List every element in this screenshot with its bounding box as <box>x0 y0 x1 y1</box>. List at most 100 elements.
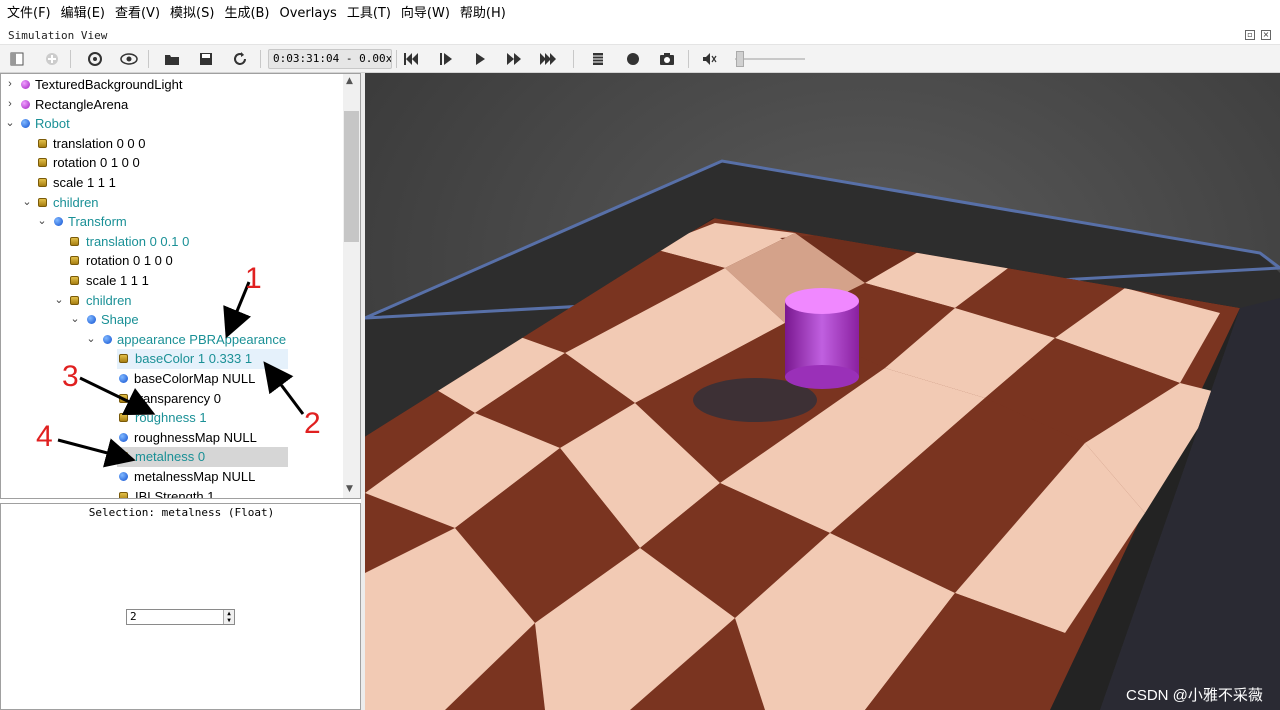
tree-row-field[interactable]: IBLStrength 1 <box>1 487 343 498</box>
chevron-down-icon[interactable]: ⌄ <box>86 330 96 350</box>
field-editor-panel: Selection: metalness (Float) 2 ▲ ▼ <box>0 503 361 710</box>
step-icon[interactable] <box>435 48 457 70</box>
tree-row-field[interactable]: transparency 0 <box>1 389 343 409</box>
menu-wizards[interactable]: 向导(W) <box>396 0 455 28</box>
open-world-icon[interactable] <box>161 48 183 70</box>
tree-row-field[interactable]: rotation 0 1 0 0 <box>1 251 343 271</box>
blue-node-icon <box>87 315 96 325</box>
menu-view[interactable]: 查看(V) <box>110 0 165 28</box>
refresh-icon[interactable] <box>229 48 251 70</box>
3d-viewport[interactable] <box>365 73 1280 710</box>
value-spinbox[interactable]: 2 ▲ ▼ <box>126 609 235 625</box>
save-world-icon[interactable] <box>195 48 217 70</box>
chevron-down-icon[interactable]: ⌄ <box>70 310 80 330</box>
tree-row-field[interactable]: translation 0 0.1 0 <box>1 232 343 252</box>
tree-scrollbar[interactable]: ▲ ▼ <box>343 74 360 498</box>
volume-slider-handle[interactable] <box>736 51 744 67</box>
spin-down-icon[interactable]: ▼ <box>223 617 234 624</box>
record-animation-icon[interactable] <box>622 48 644 70</box>
add-node-icon[interactable] <box>41 48 63 70</box>
tree-row-label: metalness 0 <box>135 449 206 465</box>
close-icon[interactable]: × <box>1261 30 1271 40</box>
scroll-down-icon[interactable]: ▼ <box>346 484 353 494</box>
float-icon[interactable]: ▫ <box>1245 30 1255 40</box>
tree-row-label: RectangleArena <box>35 96 129 112</box>
menu-tools[interactable]: 工具(T) <box>342 0 396 28</box>
field-icon <box>70 295 79 305</box>
3d-scene <box>365 73 1280 710</box>
tree-row-label: rotation 0 1 0 0 <box>53 155 140 171</box>
spin-up-icon[interactable]: ▲ <box>223 610 234 617</box>
tree-row-field[interactable]: scale 1 1 1 <box>1 173 343 193</box>
tree-row-field[interactable]: rotation 0 1 0 0 <box>1 153 343 173</box>
tree-row-field[interactable]: baseColor 1 0.333 1 <box>1 349 343 369</box>
field-icon <box>119 393 128 403</box>
play-icon[interactable] <box>469 48 491 70</box>
blue-node-icon <box>119 472 128 481</box>
purple-node-icon <box>21 80 30 89</box>
field-icon <box>70 236 79 246</box>
menu-edit[interactable]: 编辑(E) <box>56 0 110 28</box>
tree-row-label: TexturedBackgroundLight <box>35 77 183 92</box>
field-icon <box>38 138 47 148</box>
fast-forward-icon[interactable] <box>503 48 525 70</box>
menu-build[interactable]: 生成(B) <box>219 0 274 28</box>
value-text: 2 <box>130 610 137 623</box>
field-icon <box>119 354 128 364</box>
tree-row-field[interactable]: baseColorMap NULL <box>1 369 343 389</box>
tree-row-field[interactable]: scale 1 1 1 <box>1 271 343 291</box>
cylinder-top <box>785 288 859 314</box>
field-icon <box>70 276 79 285</box>
scrollbar-thumb[interactable] <box>344 111 359 242</box>
simulation-time-display: 0:03:31:04 - 0.00x <box>268 49 392 69</box>
dock-title: Simulation View <box>8 29 108 42</box>
tree-row-field-selected[interactable]: metalness 0 <box>1 447 343 467</box>
record-movie-icon[interactable] <box>587 48 609 70</box>
blue-node-icon <box>119 374 128 383</box>
tree-row-field[interactable]: roughness 1 <box>1 408 343 428</box>
menu-help[interactable]: 帮助(H) <box>455 0 511 28</box>
tree-row-label: baseColor 1 0.333 1 <box>135 351 253 367</box>
volume-icon[interactable] <box>698 48 720 70</box>
tree-row-field[interactable]: roughnessMap NULL <box>1 428 343 448</box>
menu-file[interactable]: 文件(F) <box>2 0 56 28</box>
tree-row-label: scale 1 1 1 <box>53 175 116 190</box>
field-icon <box>38 197 47 207</box>
tree-row-appearance[interactable]: ⌄ appearance PBRAppearance <box>1 330 343 350</box>
view-icon[interactable] <box>118 48 140 70</box>
chevron-down-icon[interactable]: ⌄ <box>37 212 47 232</box>
tree-row-rectangle-arena[interactable]: › RectangleArena <box>1 95 343 115</box>
reload-world-icon[interactable] <box>84 48 106 70</box>
tree-row-children[interactable]: ⌄ children <box>1 193 343 213</box>
volume-slider[interactable] <box>735 50 805 68</box>
chevron-down-icon[interactable]: ⌄ <box>22 193 32 213</box>
tree-row-transform[interactable]: ⌄ Transform <box>1 212 343 232</box>
chevron-down-icon[interactable]: ⌄ <box>5 114 15 134</box>
chevron-down-icon[interactable]: ⌄ <box>54 291 64 311</box>
tree-row-label: roughness 1 <box>135 410 207 426</box>
chevron-right-icon[interactable]: › <box>5 75 15 95</box>
chevron-right-icon[interactable]: › <box>5 95 15 115</box>
tree-row-label: roughnessMap NULL <box>134 429 257 445</box>
scroll-up-icon[interactable]: ▲ <box>346 76 353 86</box>
tree-row-robot[interactable]: ⌄ Robot <box>1 114 343 134</box>
blue-node-icon <box>119 432 128 442</box>
fastest-icon[interactable] <box>537 48 559 70</box>
screenshot-icon[interactable] <box>656 48 678 70</box>
toggle-scene-tree-icon[interactable] <box>6 48 28 70</box>
dock-title-bar: Simulation View ▫ × <box>0 28 1280 45</box>
menu-simulation[interactable]: 模拟(S) <box>165 0 219 28</box>
tree-row-textured-background-light[interactable]: › TexturedBackgroundLight <box>1 75 343 95</box>
toolbar: 0:03:31:04 - 0.00x <box>0 45 1280 73</box>
field-icon <box>119 452 128 462</box>
tree-row-label: children <box>86 292 132 308</box>
tree-row-shape[interactable]: ⌄ Shape <box>1 310 343 330</box>
menu-bar: 文件(F) 编辑(E) 查看(V) 模拟(S) 生成(B) Overlays 工… <box>0 0 1280 28</box>
tree-row-field[interactable]: translation 0 0 0 <box>1 134 343 154</box>
step-backward-icon[interactable] <box>400 48 422 70</box>
tree-row-children[interactable]: ⌄ children <box>1 291 343 311</box>
volume-slider-track <box>735 58 805 60</box>
tree-row-field[interactable]: metalnessMap NULL <box>1 467 343 487</box>
tree-row-label: transparency 0 <box>135 390 221 406</box>
menu-overlays[interactable]: Overlays <box>275 0 342 28</box>
